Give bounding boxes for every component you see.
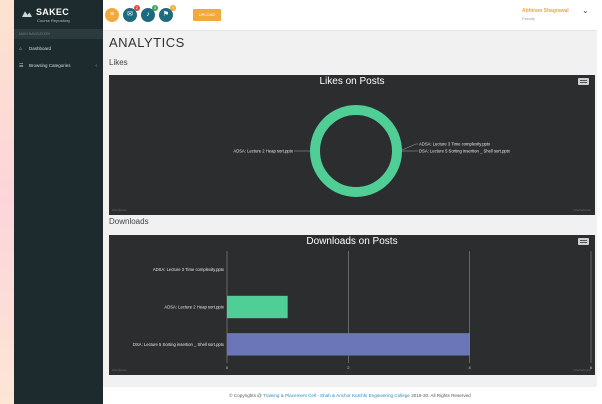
- chart-credits: Zoho Service: [112, 209, 127, 212]
- mountain-logo-icon: [22, 11, 32, 17]
- user-name[interactable]: Abhiram Shagrawal: [522, 8, 569, 14]
- sidebar-item-dashboard[interactable]: ⌂ Dashboard: [14, 43, 103, 55]
- flag-icon: ⚑: [162, 11, 170, 18]
- sidebar: SAKEC Course Repository MAIN NAVIGATION …: [14, 0, 103, 404]
- envelope-icon: ✉: [127, 11, 133, 18]
- list-icon: ☰: [19, 63, 24, 69]
- likes-section-label: Likes: [109, 58, 128, 67]
- pie-label: DSA: Lecture 5 Sorting insertion _ Shell…: [419, 149, 511, 154]
- home-icon: ⌂: [19, 46, 23, 52]
- x-tick-label: 4: [469, 365, 472, 370]
- y-category-label: ADSA: Lecture 3 Time complexity.pptx: [153, 267, 225, 272]
- footer-prefix: © Copyrights @: [229, 393, 264, 398]
- brand[interactable]: SAKEC Course Repository: [14, 4, 103, 28]
- chart-watermark: zohocharts.com: [573, 209, 591, 212]
- bar: [227, 333, 470, 356]
- messages-button[interactable]: ✉ 2: [123, 5, 140, 22]
- menu-toggle-button[interactable]: ≡: [105, 8, 119, 22]
- chevron-left-icon: ‹: [95, 63, 97, 69]
- likes-chart-panel: Likes on Posts ADSA: Lecture 2 Heap sort…: [109, 75, 595, 215]
- background-decoration: [0, 0, 14, 404]
- bar: [227, 295, 288, 319]
- downloads-chart-panel: Downloads on Posts 0 2 4 6 ADSA: Lecture 3 T…: [109, 235, 595, 375]
- footer: © Copyrights @ Training & Placement Cell…: [103, 387, 597, 404]
- page-title: ANALYTICS: [109, 35, 185, 50]
- likes-donut-chart: ADSA: Lecture 2 Heap sort.pptx ADSA: Lect…: [233, 105, 511, 197]
- pie-label: ADSA: Lecture 2 Heap sort.pptx: [233, 149, 293, 154]
- notification-badge: 3: [152, 5, 158, 11]
- sidebar-item-label: Dashboard: [29, 46, 52, 51]
- downloads-section-label: Downloads: [109, 217, 149, 226]
- user-role: Faculty: [522, 16, 535, 21]
- notification-badge: 9: [170, 5, 176, 11]
- chevron-down-icon[interactable]: ⌄: [582, 6, 589, 15]
- top-bar: ≡ ✉ 2 ♪ 3 ⚑ 9 UPLOAD Abhiram Shagrawal F…: [103, 0, 597, 31]
- tasks-button[interactable]: ⚑ 9: [159, 5, 176, 22]
- y-category-label: ADSA: Lecture 2 Heap sort.pptx: [164, 305, 224, 310]
- main-content: ANALYTICS Likes Likes on Posts ADSA: Lec…: [103, 31, 597, 387]
- footer-link[interactable]: Training & Placement Cell - Shah & Ancho…: [263, 393, 410, 398]
- notification-badge: 2: [134, 5, 140, 11]
- x-tick-label: 2: [347, 365, 350, 370]
- brand-name: SAKEC: [36, 7, 70, 17]
- pie-label-connector: [401, 143, 418, 151]
- pie-slice: [310, 105, 402, 197]
- sidebar-item-label: Browsing Categories: [29, 63, 71, 68]
- y-category-label: DSA: Lecture 5 Sorting insertion _ Shell…: [133, 342, 225, 347]
- sidebar-item-browsing-categories[interactable]: ☰ Browsing Categories ‹: [14, 60, 103, 72]
- notifications-button[interactable]: ♪ 3: [141, 5, 158, 22]
- downloads-bar-chart: 0 2 4 6ADSA: Lecture 3 Time complexity.pptx…: [133, 251, 593, 370]
- chart-watermark: zohocharts.com: [573, 369, 591, 372]
- chart-credits: Zoho Service: [112, 369, 127, 372]
- upload-button[interactable]: UPLOAD: [193, 9, 221, 21]
- footer-suffix: 2019-20. All Rights Reserved: [409, 393, 471, 398]
- x-tick-label: 0: [226, 365, 229, 370]
- background-edge: [597, 0, 602, 404]
- nav-heading: MAIN NAVIGATION: [14, 29, 103, 39]
- bell-icon: ♪: [146, 11, 150, 18]
- pie-label: ADSA: Lecture 3 Time complexity.pptx: [419, 142, 491, 147]
- brand-subtitle: Course Repository: [37, 18, 71, 23]
